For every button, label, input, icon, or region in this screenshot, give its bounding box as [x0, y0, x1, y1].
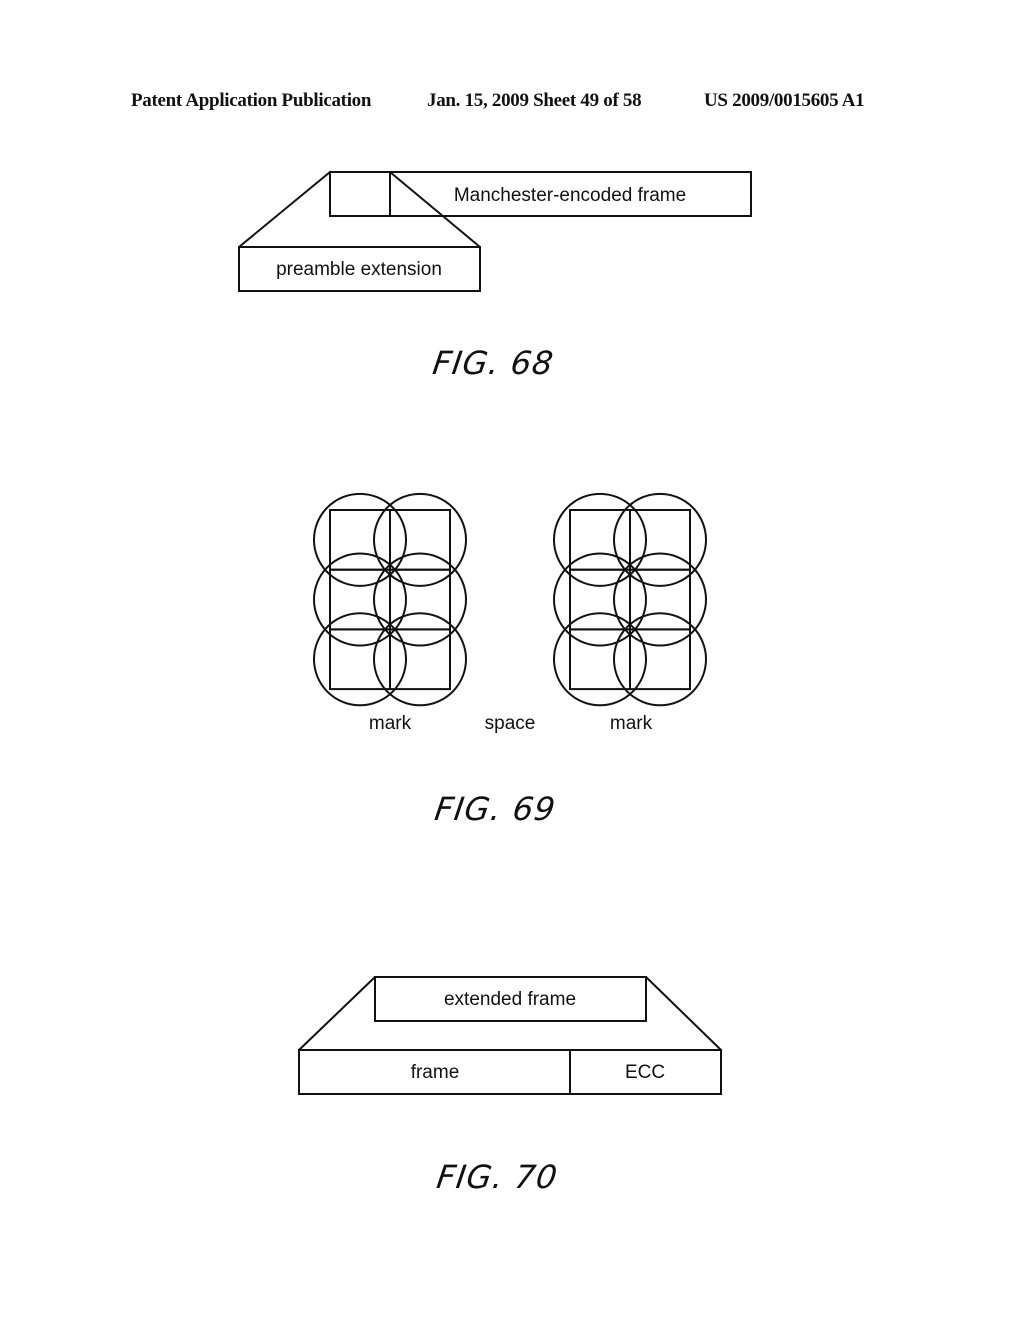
fig70-diagram: extended frame frame ECC [298, 976, 722, 1095]
manchester-frame-label: Manchester-encoded frame [454, 185, 686, 206]
extended-frame-label: extended frame [444, 989, 576, 1010]
grid-cell [389, 509, 451, 571]
dot-circle [373, 552, 467, 647]
grid-cell [569, 628, 631, 691]
grid-cell [389, 568, 451, 631]
fig69-mark-left [313, 492, 467, 707]
figures-canvas: Manchester-encoded frame preamble extens… [238, 171, 752, 1095]
fig70-caption: FIG. 70 [434, 1158, 561, 1196]
dot-circle [313, 612, 407, 707]
dot-circle [373, 612, 467, 707]
dot-circle [613, 612, 707, 707]
fig68-diagram: Manchester-encoded frame preamble extens… [238, 171, 752, 292]
ecc-label: ECC [625, 1062, 665, 1083]
dot-circle [313, 552, 407, 647]
expansion-line-left [298, 976, 376, 1051]
fig69-label-mark-left: mark [369, 713, 412, 734]
grid-cell [569, 568, 631, 631]
grid-cell [389, 628, 451, 691]
dot-circle [373, 492, 467, 587]
fig69-caption: FIG. 69 [432, 790, 559, 828]
dot-circle [553, 612, 647, 707]
preamble-box [329, 171, 391, 217]
grid-cell [569, 509, 631, 571]
grid-cell [329, 568, 391, 631]
dot-circle [553, 552, 647, 647]
fig68-caption: FIG. 68 [430, 344, 557, 382]
expansion-line-right [645, 976, 722, 1051]
frame-label: frame [411, 1062, 460, 1083]
preamble-extension-label: preamble extension [276, 259, 442, 280]
fig69-mark-right [553, 492, 707, 707]
dot-circle [313, 492, 407, 587]
grid-cell [629, 509, 691, 571]
fig69-label-space: space [485, 713, 536, 734]
grid-cell [629, 628, 691, 691]
dot-circle [553, 492, 647, 587]
grid-cell [329, 509, 391, 571]
grid-cell [329, 628, 391, 691]
dot-circle [613, 492, 707, 587]
grid-cell [629, 568, 691, 631]
expansion-line-left [238, 171, 331, 248]
fig69-label-mark-right: mark [610, 713, 653, 734]
dot-circle [613, 552, 707, 647]
expansion-line-right [389, 171, 481, 248]
